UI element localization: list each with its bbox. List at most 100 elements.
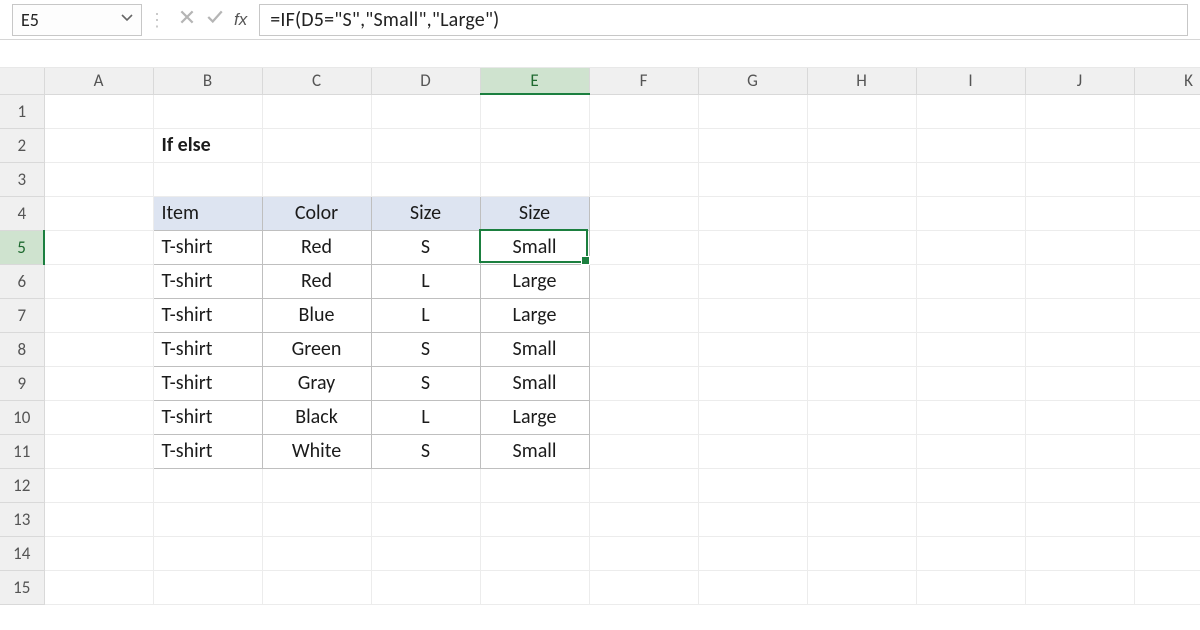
cell-C11[interactable]: White bbox=[262, 434, 371, 468]
cell-A3[interactable] bbox=[44, 162, 153, 196]
cell-J8[interactable] bbox=[1025, 332, 1134, 366]
cell-D10[interactable]: L bbox=[371, 400, 480, 434]
cell-I11[interactable] bbox=[916, 434, 1025, 468]
row-header-12[interactable]: 12 bbox=[0, 468, 44, 502]
col-header-B[interactable]: B bbox=[153, 68, 262, 94]
cell-A15[interactable] bbox=[44, 570, 153, 604]
cell-F9[interactable] bbox=[589, 366, 698, 400]
cell-K9[interactable] bbox=[1134, 366, 1200, 400]
cell-K14[interactable] bbox=[1134, 536, 1200, 570]
col-header-E[interactable]: E bbox=[480, 68, 589, 94]
cell-I6[interactable] bbox=[916, 264, 1025, 298]
cell-G4[interactable] bbox=[698, 196, 807, 230]
cell-J2[interactable] bbox=[1025, 128, 1134, 162]
cell-I1[interactable] bbox=[916, 94, 1025, 128]
cell-A7[interactable] bbox=[44, 298, 153, 332]
col-header-D[interactable]: D bbox=[371, 68, 480, 94]
cell-F15[interactable] bbox=[589, 570, 698, 604]
cell-C3[interactable] bbox=[262, 162, 371, 196]
cell-J10[interactable] bbox=[1025, 400, 1134, 434]
cell-D7[interactable]: L bbox=[371, 298, 480, 332]
cell-C5[interactable]: Red bbox=[262, 230, 371, 264]
row-header-11[interactable]: 11 bbox=[0, 434, 44, 468]
cell-J15[interactable] bbox=[1025, 570, 1134, 604]
cell-A2[interactable] bbox=[44, 128, 153, 162]
cell-F11[interactable] bbox=[589, 434, 698, 468]
row-header-7[interactable]: 7 bbox=[0, 298, 44, 332]
cell-B2[interactable]: If else bbox=[153, 128, 262, 162]
cell-J9[interactable] bbox=[1025, 366, 1134, 400]
cell-J1[interactable] bbox=[1025, 94, 1134, 128]
cell-K15[interactable] bbox=[1134, 570, 1200, 604]
cancel-icon[interactable] bbox=[178, 8, 196, 31]
cell-I13[interactable] bbox=[916, 502, 1025, 536]
row-header-8[interactable]: 8 bbox=[0, 332, 44, 366]
cell-D5[interactable]: S bbox=[371, 230, 480, 264]
cell-D1[interactable] bbox=[371, 94, 480, 128]
cell-G14[interactable] bbox=[698, 536, 807, 570]
cell-K4[interactable] bbox=[1134, 196, 1200, 230]
cell-G8[interactable] bbox=[698, 332, 807, 366]
cell-E15[interactable] bbox=[480, 570, 589, 604]
cell-E7[interactable]: Large bbox=[480, 298, 589, 332]
col-header-A[interactable]: A bbox=[44, 68, 153, 94]
cell-E11[interactable]: Small bbox=[480, 434, 589, 468]
cell-F8[interactable] bbox=[589, 332, 698, 366]
cell-B5[interactable]: T-shirt bbox=[153, 230, 262, 264]
cell-F7[interactable] bbox=[589, 298, 698, 332]
col-header-I[interactable]: I bbox=[916, 68, 1025, 94]
cell-A1[interactable] bbox=[44, 94, 153, 128]
cell-K8[interactable] bbox=[1134, 332, 1200, 366]
cell-H12[interactable] bbox=[807, 468, 916, 502]
cell-D8[interactable]: S bbox=[371, 332, 480, 366]
cell-F2[interactable] bbox=[589, 128, 698, 162]
cell-G13[interactable] bbox=[698, 502, 807, 536]
cell-G7[interactable] bbox=[698, 298, 807, 332]
cell-C6[interactable]: Red bbox=[262, 264, 371, 298]
cell-F10[interactable] bbox=[589, 400, 698, 434]
cell-G2[interactable] bbox=[698, 128, 807, 162]
cell-F3[interactable] bbox=[589, 162, 698, 196]
cell-C2[interactable] bbox=[262, 128, 371, 162]
cell-H15[interactable] bbox=[807, 570, 916, 604]
cell-G9[interactable] bbox=[698, 366, 807, 400]
cell-J14[interactable] bbox=[1025, 536, 1134, 570]
col-header-G[interactable]: G bbox=[698, 68, 807, 94]
cell-E5[interactable]: Small bbox=[480, 230, 589, 264]
cell-A8[interactable] bbox=[44, 332, 153, 366]
cell-H3[interactable] bbox=[807, 162, 916, 196]
cell-K12[interactable] bbox=[1134, 468, 1200, 502]
cell-H10[interactable] bbox=[807, 400, 916, 434]
cell-I4[interactable] bbox=[916, 196, 1025, 230]
cell-K13[interactable] bbox=[1134, 502, 1200, 536]
cell-H2[interactable] bbox=[807, 128, 916, 162]
cell-J3[interactable] bbox=[1025, 162, 1134, 196]
col-header-H[interactable]: H bbox=[807, 68, 916, 94]
cell-A10[interactable] bbox=[44, 400, 153, 434]
cell-F6[interactable] bbox=[589, 264, 698, 298]
cell-E10[interactable]: Large bbox=[480, 400, 589, 434]
cell-G15[interactable] bbox=[698, 570, 807, 604]
row-header-2[interactable]: 2 bbox=[0, 128, 44, 162]
cell-I10[interactable] bbox=[916, 400, 1025, 434]
formula-input[interactable]: =IF(D5="S","Small","Large") bbox=[259, 4, 1188, 36]
cell-D13[interactable] bbox=[371, 502, 480, 536]
cell-B3[interactable] bbox=[153, 162, 262, 196]
cell-F4[interactable] bbox=[589, 196, 698, 230]
cell-C8[interactable]: Green bbox=[262, 332, 371, 366]
cell-B6[interactable]: T-shirt bbox=[153, 264, 262, 298]
cell-H9[interactable] bbox=[807, 366, 916, 400]
cell-I5[interactable] bbox=[916, 230, 1025, 264]
col-header-J[interactable]: J bbox=[1025, 68, 1134, 94]
cell-A9[interactable] bbox=[44, 366, 153, 400]
row-header-10[interactable]: 10 bbox=[0, 400, 44, 434]
cell-G6[interactable] bbox=[698, 264, 807, 298]
col-header-F[interactable]: F bbox=[589, 68, 698, 94]
cell-A14[interactable] bbox=[44, 536, 153, 570]
col-header-K[interactable]: K bbox=[1134, 68, 1200, 94]
cell-J6[interactable] bbox=[1025, 264, 1134, 298]
cell-K10[interactable] bbox=[1134, 400, 1200, 434]
cell-H7[interactable] bbox=[807, 298, 916, 332]
cell-C1[interactable] bbox=[262, 94, 371, 128]
cell-E6[interactable]: Large bbox=[480, 264, 589, 298]
